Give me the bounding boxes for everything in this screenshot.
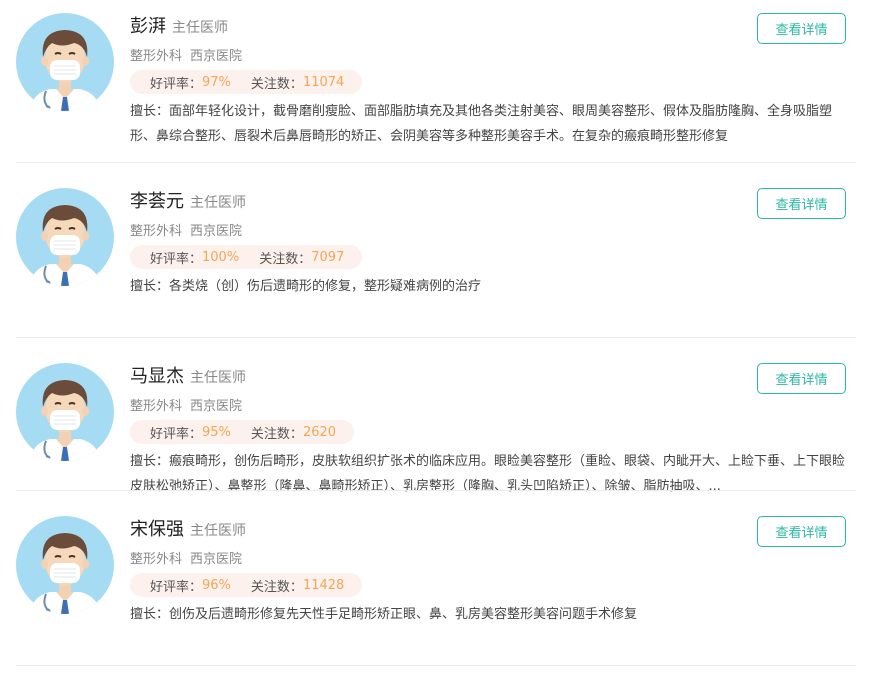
stats-badge: 好评率： 97% 关注数： 11074 bbox=[130, 70, 363, 94]
doctor-name: 彭湃 bbox=[130, 16, 166, 37]
rating-label: 好评率： bbox=[150, 579, 203, 595]
department-line: 整形外科 西京医院 bbox=[130, 395, 242, 414]
rating-label: 好评率： bbox=[150, 76, 203, 92]
department: 整形外科 bbox=[130, 552, 183, 567]
hospital: 西京医院 bbox=[190, 552, 243, 567]
department-line: 整形外科 西京医院 bbox=[130, 45, 242, 64]
followers-label: 关注数： bbox=[250, 426, 303, 442]
followers-value: 11428 bbox=[302, 577, 345, 593]
doctor-avatar-icon bbox=[16, 188, 114, 286]
skills-text: 擅长：各类烧（创）伤后遗畸形的修复，整形疑难病例的治疗 bbox=[130, 279, 482, 294]
doctor-title: 主任医师 bbox=[190, 370, 246, 386]
hospital: 西京医院 bbox=[190, 49, 243, 64]
followers-label: 关注数： bbox=[259, 251, 312, 267]
doctor-card: 彭湃 主任医师 整形外科 西京医院 好评率： 97% 关注数： 11074 擅长：… bbox=[0, 0, 873, 175]
doctor-name: 李荟元 bbox=[130, 191, 184, 212]
rating-label: 好评率： bbox=[150, 251, 203, 267]
skills-text: 擅长：瘢痕畸形，创伤后畸形，皮肤软组织扩张术的临床应用。眼睑美容整形（重睑、眼袋… bbox=[130, 454, 845, 494]
doctor-card: 宋保强 主任医师 整形外科 西京医院 好评率： 96% 关注数： 11428 擅长… bbox=[0, 503, 873, 678]
rating-value: 96% bbox=[202, 577, 231, 593]
followers-label: 关注数： bbox=[250, 579, 303, 595]
doctor-name-line: 李荟元 主任医师 bbox=[130, 187, 246, 215]
doctor-list: 彭湃 主任医师 整形外科 西京医院 好评率： 97% 关注数： 11074 擅长：… bbox=[0, 0, 873, 678]
doctor-card: 李荟元 主任医师 整形外科 西京医院 好评率： 100% 关注数： 7097 擅长… bbox=[0, 175, 873, 350]
department-line: 整形外科 西京医院 bbox=[130, 548, 242, 567]
doctor-name-line: 马显杰 主任医师 bbox=[130, 362, 246, 390]
skills-text: 擅长：创伤及后遗畸形修复先天性手足畸形矫正眼、鼻、乳房美容整形美容问题手术修复 bbox=[130, 607, 638, 622]
divider bbox=[16, 490, 856, 491]
doctor-avatar-icon bbox=[16, 516, 114, 614]
doctor-name-line: 彭湃 主任医师 bbox=[130, 12, 228, 40]
doctor-title: 主任医师 bbox=[190, 523, 246, 539]
stats-badge: 好评率： 96% 关注数： 11428 bbox=[130, 573, 363, 597]
doctor-title: 主任医师 bbox=[190, 195, 246, 211]
view-details-button[interactable]: 查看详情 bbox=[757, 363, 846, 394]
doctor-name: 宋保强 bbox=[130, 519, 184, 540]
followers-label: 关注数： bbox=[250, 76, 303, 92]
department: 整形外科 bbox=[130, 49, 183, 64]
followers-value: 11074 bbox=[302, 74, 345, 90]
view-details-button[interactable]: 查看详情 bbox=[757, 516, 846, 547]
doctor-avatar-icon bbox=[16, 363, 114, 461]
rating-label: 好评率： bbox=[150, 426, 203, 442]
divider bbox=[16, 162, 856, 163]
doctor-card: 马显杰 主任医师 整形外科 西京医院 好评率： 95% 关注数： 2620 擅长：… bbox=[0, 350, 873, 503]
divider bbox=[16, 337, 856, 338]
stats-badge: 好评率： 100% 关注数： 7097 bbox=[130, 245, 363, 269]
doctor-avatar-icon bbox=[16, 13, 114, 111]
stats-badge: 好评率： 95% 关注数： 2620 bbox=[130, 420, 355, 444]
rating-value: 95% bbox=[202, 424, 231, 440]
skills-text: 擅长：面部年轻化设计，截骨磨削瘦脸、面部脂肪填充及其他各类注射美容、眼周美容整形… bbox=[130, 104, 833, 144]
rating-value: 100% bbox=[202, 249, 240, 265]
department: 整形外科 bbox=[130, 399, 183, 414]
department: 整形外科 bbox=[130, 224, 183, 239]
followers-value: 2620 bbox=[302, 424, 337, 440]
department-line: 整形外科 西京医院 bbox=[130, 220, 242, 239]
hospital: 西京医院 bbox=[190, 399, 243, 414]
doctor-title: 主任医师 bbox=[172, 20, 228, 36]
view-details-button[interactable]: 查看详情 bbox=[757, 188, 846, 219]
rating-value: 97% bbox=[202, 74, 231, 90]
doctor-name: 马显杰 bbox=[130, 366, 184, 387]
view-details-button[interactable]: 查看详情 bbox=[757, 13, 846, 44]
divider bbox=[16, 665, 856, 666]
hospital: 西京医院 bbox=[190, 224, 243, 239]
followers-value: 7097 bbox=[311, 249, 345, 265]
doctor-name-line: 宋保强 主任医师 bbox=[130, 515, 246, 543]
